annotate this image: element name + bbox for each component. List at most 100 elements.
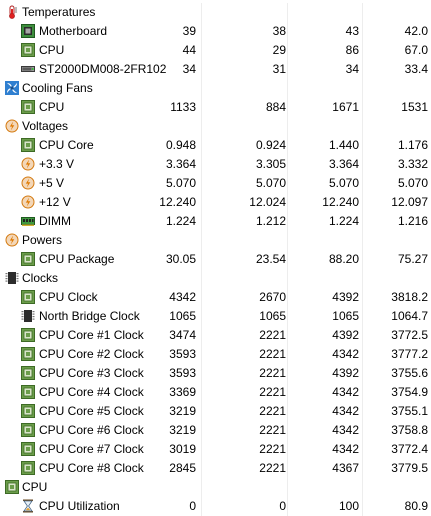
column-divider [287,117,288,136]
category-label: Clocks [22,271,59,285]
sensor-row[interactable]: CPU Core #4 Clock 3369 2221 4342 3754.9 [0,383,431,402]
max-value: 1.440 [328,138,359,152]
category-row-temperatures[interactable]: Temperatures [0,3,431,22]
average-value: 1064.7 [391,309,428,323]
sensor-row[interactable]: CPU 44 29 86 67.0 [0,41,431,60]
category-row-voltages[interactable]: Voltages [0,117,431,136]
column-divider [201,269,202,288]
average-value: 3777.2 [391,347,428,361]
motherboard-chip-icon [21,24,35,38]
current-value: 30.05 [165,252,196,266]
sensor-table: Temperatures Motherboard 39 38 43 42.0 CPU 44 29… [0,3,431,516]
current-value: 2845 [169,461,196,475]
sensor-name: +12 V [39,195,71,209]
sensor-row[interactable]: CPU Core #2 Clock 3593 2221 4342 3777.2 [0,345,431,364]
column-divider [287,22,288,41]
max-value: 86 [345,43,359,57]
max-value: 34 [345,62,359,76]
column-divider [287,383,288,402]
current-value: 3219 [169,423,196,437]
sensor-row[interactable]: CPU Core #3 Clock 3593 2221 4392 3755.6 [0,364,431,383]
column-divider [287,497,288,516]
min-value: 2221 [259,423,286,437]
category-label: Cooling Fans [22,81,93,95]
column-divider [362,497,363,516]
sensor-row[interactable]: +3.3 V 3.364 3.305 3.364 3.332 [0,155,431,174]
column-divider [201,402,202,421]
sensor-row[interactable]: Motherboard 39 38 43 42.0 [0,22,431,41]
min-value: 2221 [259,442,286,456]
sensor-row[interactable]: DIMM 1.224 1.212 1.224 1.216 [0,212,431,231]
min-value: 38 [272,24,286,38]
sensor-row[interactable]: +5 V 5.070 5.070 5.070 5.070 [0,174,431,193]
column-divider [362,402,363,421]
average-value: 5.070 [397,176,428,190]
column-divider [287,60,288,79]
sensor-row[interactable]: CPU Clock 4342 2670 4392 3818.2 [0,288,431,307]
column-divider [201,41,202,60]
column-divider [201,250,202,269]
category-row-cooling-fans[interactable]: Cooling Fans [0,79,431,98]
column-divider [362,3,363,22]
sensor-name: CPU Core #3 Clock [39,366,144,380]
hard-drive-icon [21,62,35,76]
column-divider [287,3,288,22]
current-value: 0 [189,499,196,513]
current-value: 4342 [169,290,196,304]
column-divider [362,231,363,250]
sensor-row[interactable]: CPU Core #8 Clock 2845 2221 4367 3779.5 [0,459,431,478]
sensor-row[interactable]: CPU Package 30.05 23.54 88.20 75.27 [0,250,431,269]
column-divider [362,307,363,326]
sensor-row[interactable]: CPU Core #7 Clock 3019 2221 4342 3772.4 [0,440,431,459]
sensor-row[interactable]: CPU Core #1 Clock 3474 2221 4392 3772.5 [0,326,431,345]
max-value: 5.070 [328,176,359,190]
min-value: 29 [272,43,286,57]
max-value: 4392 [332,366,359,380]
column-divider [201,231,202,250]
min-value: 2221 [259,461,286,475]
category-row-clocks[interactable]: Clocks [0,269,431,288]
power-icon [5,233,19,247]
category-label: Powers [22,233,63,247]
sensor-name: CPU Core [39,138,94,152]
clock-chip-icon [5,271,19,285]
column-divider [287,364,288,383]
sensor-row[interactable]: CPU Utilization 0 0 100 80.9 [0,497,431,516]
average-value: 3755.6 [391,366,428,380]
max-value: 4392 [332,328,359,342]
sensor-row[interactable]: CPU Core #5 Clock 3219 2221 4342 3755.1 [0,402,431,421]
category-row-powers[interactable]: Powers [0,231,431,250]
sensor-row[interactable]: CPU Core 0.948 0.924 1.440 1.176 [0,136,431,155]
max-value: 4342 [332,404,359,418]
column-divider [362,79,363,98]
sensor-name: +3.3 V [39,157,75,171]
category-row-cpu[interactable]: CPU [0,478,431,497]
column-divider [287,193,288,212]
column-divider [287,440,288,459]
cpu-chip-icon [21,100,35,114]
sensor-row[interactable]: ST2000DM008-2FR102 34 31 34 33.4 [0,60,431,79]
min-value: 12.024 [249,195,286,209]
current-value: 3593 [169,347,196,361]
column-divider [201,60,202,79]
sensor-row[interactable]: CPU 1133 884 1671 1531 [0,98,431,117]
current-value: 1.224 [165,214,196,228]
column-divider [201,155,202,174]
sensor-name: Motherboard [39,24,108,38]
column-divider [287,459,288,478]
column-divider [362,250,363,269]
sensor-row[interactable]: +12 V 12.240 12.024 12.240 12.097 [0,193,431,212]
min-value: 0.924 [255,138,286,152]
cpu-chip-icon [21,366,35,380]
sensor-name: CPU [39,43,65,57]
column-divider [287,98,288,117]
current-value: 3019 [169,442,196,456]
column-divider [362,22,363,41]
sensor-name: ST2000DM008-2FR102 [39,62,167,76]
column-divider [287,345,288,364]
min-value: 2221 [259,385,286,399]
sensor-row[interactable]: North Bridge Clock 1065 1065 1065 1064.7 [0,307,431,326]
sensor-row[interactable]: CPU Core #6 Clock 3219 2221 4342 3758.8 [0,421,431,440]
column-divider [362,174,363,193]
max-value: 3.364 [328,157,359,171]
